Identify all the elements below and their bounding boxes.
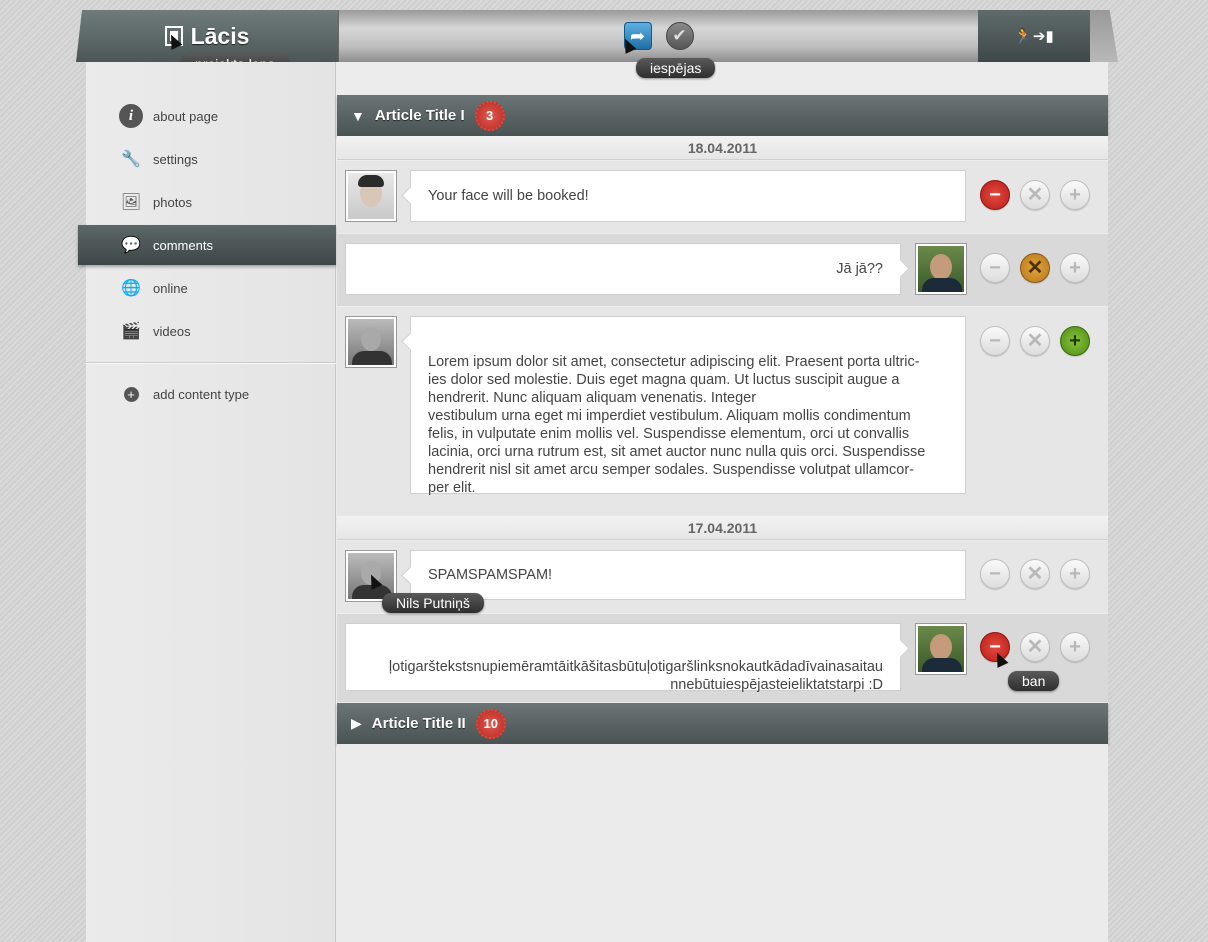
delete-button[interactable]: ✕ [1020, 632, 1050, 662]
comment-actions: − ✕ + [980, 326, 1090, 356]
minus-icon: − [989, 330, 1001, 352]
sidebar-item-label: settings [153, 151, 198, 167]
sidebar-item-about-page[interactable]: i about page [86, 96, 336, 136]
close-icon: ✕ [1026, 563, 1044, 585]
comment-row: Jā jā?? − ✕ + [337, 234, 1108, 306]
ban-button[interactable]: − [980, 326, 1010, 356]
sidebar-item-online[interactable]: 🌐 online [86, 268, 336, 308]
avatar[interactable] [345, 170, 397, 222]
comment-text: SPAMSPAMSPAM! [428, 567, 553, 583]
toolbar: ➦ ✔ [338, 10, 978, 62]
comment-actions: − ✕ + [980, 253, 1090, 283]
article-header-1[interactable]: ▼ Article Title I 3 [337, 95, 1108, 136]
ban-button[interactable]: − [980, 559, 1010, 589]
close-icon: ✕ [1026, 184, 1044, 206]
comment-bubble: SPAMSPAMSPAM! [410, 550, 966, 600]
comment-count-badge: 3 [474, 100, 505, 131]
sidebar: i about page 🔧 settings 🖼 photos 💬 comme… [78, 62, 336, 942]
ban-button[interactable]: − [980, 180, 1010, 210]
ban-tooltip: ban [1008, 671, 1060, 691]
logout-icon: 🏃➔▮ [1014, 28, 1054, 45]
collapse-triangle-icon[interactable]: ▼ [351, 108, 365, 124]
app-title: Lācis [190, 22, 250, 49]
plus-icon: + [1069, 330, 1081, 352]
comment-actions: − ✕ + [980, 180, 1090, 210]
avatar[interactable] [915, 623, 967, 675]
sidebar-item-photos[interactable]: 🖼 photos [86, 182, 336, 222]
approve-button[interactable]: + [1060, 180, 1090, 210]
comment-bubble: Jā jā?? [345, 243, 901, 295]
minus-icon: − [989, 184, 1001, 206]
comment-actions: − ✕ + [980, 559, 1090, 589]
minus-icon: − [989, 257, 1001, 279]
comment-row: Lorem ipsum dolor sit amet, consectetur … [337, 307, 1108, 516]
delete-button[interactable]: ✕ [1020, 180, 1050, 210]
article-title: Article Title II [371, 715, 466, 732]
comment-text: Lorem ipsum dolor sit amet, consectetur … [428, 354, 926, 496]
minus-icon: − [989, 563, 1001, 585]
empty-area [337, 744, 1108, 942]
approve-button[interactable]: + [1060, 326, 1090, 356]
delete-button[interactable]: ✕ [1020, 326, 1050, 356]
wrench-icon: 🔧 [121, 151, 141, 168]
comment-text: Jā jā?? [836, 261, 883, 277]
comment-row: Your face will be booked! − ✕ + [337, 161, 1108, 233]
add-content-type-button[interactable]: + add content type [86, 374, 336, 414]
sidebar-item-label: videos [153, 323, 191, 339]
sidebar-item-label: comments [153, 237, 213, 253]
author-name-tooltip: Nils Putniņš [382, 593, 484, 613]
sidebar-item-label: online [153, 280, 188, 296]
comment-bubble: Lorem ipsum dolor sit amet, consectetur … [410, 316, 966, 496]
date-separator: 18.04.2011 [337, 136, 1108, 160]
sidebar-divider [86, 362, 336, 363]
check-icon: ✔ [672, 26, 687, 45]
comment-text: Your face will be booked! [428, 188, 589, 204]
speech-bubble-icon: 💬 [121, 237, 141, 254]
options-button[interactable]: ✔ [665, 22, 694, 50]
sidebar-item-label: about page [153, 108, 219, 124]
header-cap [1090, 10, 1118, 62]
ban-button[interactable]: − [980, 253, 1010, 283]
approve-button[interactable]: + [1060, 632, 1090, 662]
comment-text: ļotigarštekstsnupiemēramtāitkāšitasbūtuļ… [388, 659, 883, 693]
comment-bubble: Your face will be booked! [410, 170, 966, 222]
avatar[interactable] [915, 243, 967, 295]
clapperboard-icon: 🎬 [121, 323, 141, 340]
sidebar-item-videos[interactable]: 🎬 videos [86, 311, 336, 351]
close-icon: ✕ [1026, 257, 1044, 279]
plus-icon: + [119, 382, 143, 406]
plus-icon: + [1069, 257, 1081, 279]
plus-icon: + [1069, 563, 1081, 585]
photos-icon: 🖼 [120, 194, 142, 211]
avatar[interactable] [345, 316, 397, 368]
logout-button[interactable]: 🏃➔▮ [978, 10, 1090, 62]
sidebar-item-label: photos [153, 194, 193, 210]
main-content: ▼ Article Title I 3 18.04.2011 Your face… [337, 62, 1108, 942]
add-content-type-label: add content type [153, 386, 250, 402]
approve-button[interactable]: + [1060, 559, 1090, 589]
article-title: Article Title I [374, 107, 465, 124]
approve-button[interactable]: + [1060, 253, 1090, 283]
close-icon: ✕ [1026, 636, 1044, 658]
comment-bubble: ļotigarštekstsnupiemēramtāitkāšitasbūtuļ… [345, 623, 901, 693]
comment-count-badge: 10 [475, 708, 506, 739]
expand-triangle-icon[interactable]: ▶ [351, 715, 362, 732]
sidebar-item-settings[interactable]: 🔧 settings [86, 139, 336, 179]
plus-icon: + [1069, 184, 1081, 206]
delete-button[interactable]: ✕ [1020, 253, 1050, 283]
date-separator: 17.04.2011 [337, 516, 1108, 540]
close-icon: ✕ [1026, 330, 1044, 352]
article-header-2[interactable]: ▶ Article Title II 10 [337, 703, 1108, 744]
plus-icon: + [1069, 636, 1081, 658]
sidebar-item-comments[interactable]: 💬 comments [78, 225, 336, 265]
delete-button[interactable]: ✕ [1020, 559, 1050, 589]
globe-icon: 🌐 [121, 280, 141, 297]
info-icon: i [119, 104, 143, 128]
